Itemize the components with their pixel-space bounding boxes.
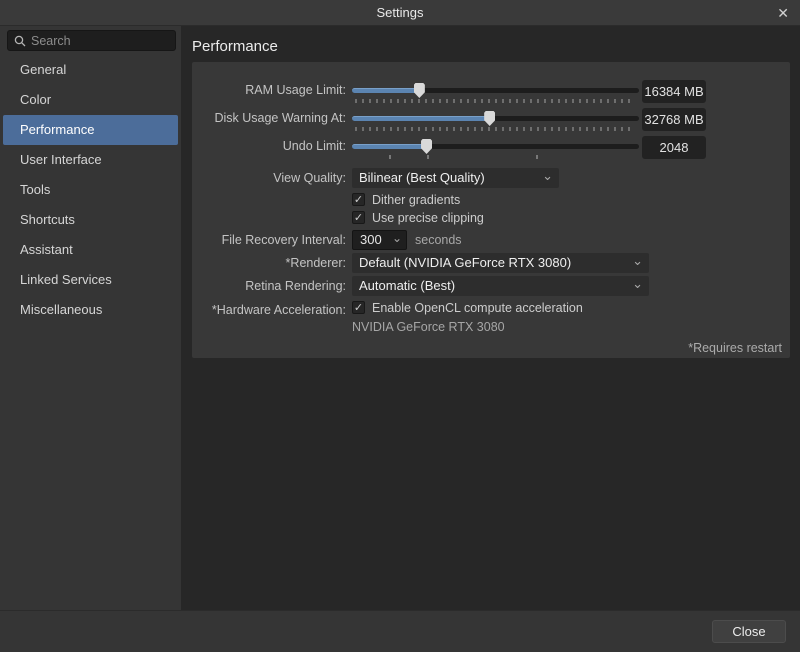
chevron-down-icon: ⌄ — [632, 251, 643, 271]
ram-usage-slider[interactable] — [352, 80, 639, 106]
slider-ticks — [355, 99, 634, 103]
disk-warning-value[interactable]: 32768 MB — [642, 108, 706, 131]
slider-fill — [352, 144, 426, 149]
sidebar: Search General Color Performance User In… — [0, 26, 181, 610]
file-recovery-value: 300 — [360, 232, 382, 247]
titlebar: Settings ✕ — [0, 0, 800, 26]
renderer-value: Default (NVIDIA GeForce RTX 3080) — [359, 255, 571, 270]
retina-rendering-value: Automatic (Best) — [359, 278, 455, 293]
disk-warning-row: Disk Usage Warning At: 32768 MB — [192, 108, 790, 134]
slider-thumb[interactable] — [421, 139, 432, 154]
precise-clipping-row: ✓ Use precise clipping — [192, 210, 790, 226]
sidebar-nav: General Color Performance User Interface… — [0, 55, 181, 325]
sidebar-item-color[interactable]: Color — [3, 85, 178, 115]
close-icon[interactable]: ✕ — [777, 4, 789, 22]
view-quality-value: Bilinear (Best Quality) — [359, 170, 485, 185]
chevron-down-icon: ⌄ — [392, 229, 402, 247]
file-recovery-row: File Recovery Interval: 300 ⌄ seconds — [192, 230, 790, 250]
main-content: Performance RAM Usage Limit: 16384 MB Di… — [181, 26, 800, 610]
disk-warning-label: Disk Usage Warning At: — [192, 108, 352, 127]
retina-rendering-row: Retina Rendering: Automatic (Best) ⌄ — [192, 276, 790, 296]
ram-usage-value[interactable]: 16384 MB — [642, 80, 706, 103]
sidebar-item-tools[interactable]: Tools — [3, 175, 178, 205]
dither-gradients-label[interactable]: Dither gradients — [372, 192, 460, 208]
view-quality-dropdown[interactable]: Bilinear (Best Quality) ⌄ — [352, 168, 559, 188]
precise-clipping-checkbox[interactable]: ✓ — [352, 211, 365, 224]
view-quality-row: View Quality: Bilinear (Best Quality) ⌄ — [192, 168, 790, 188]
sidebar-item-performance[interactable]: Performance — [3, 115, 178, 145]
performance-panel: RAM Usage Limit: 16384 MB Disk Usage War… — [192, 62, 790, 358]
hardware-acceleration-row: *Hardware Acceleration: ✓ Enable OpenCL … — [192, 300, 790, 316]
slider-thumb[interactable] — [484, 111, 495, 126]
search-placeholder: Search — [31, 34, 71, 48]
slider-thumb[interactable] — [414, 83, 425, 98]
file-recovery-suffix: seconds — [415, 230, 462, 250]
hardware-acceleration-label: *Hardware Acceleration: — [192, 300, 352, 319]
file-recovery-combo[interactable]: 300 ⌄ — [352, 230, 407, 250]
sidebar-item-general[interactable]: General — [3, 55, 178, 85]
sidebar-item-assistant[interactable]: Assistant — [3, 235, 178, 265]
undo-limit-slider[interactable] — [352, 136, 639, 162]
settings-window: Settings ✕ Search General Color Performa… — [0, 0, 800, 652]
ram-usage-label: RAM Usage Limit: — [192, 80, 352, 99]
undo-limit-label: Undo Limit: — [192, 136, 352, 155]
dither-gradients-checkbox[interactable]: ✓ — [352, 193, 365, 206]
slider-tick — [536, 155, 538, 159]
footer-bar: Close — [0, 610, 800, 652]
chevron-down-icon: ⌄ — [542, 166, 553, 186]
disk-warning-slider[interactable] — [352, 108, 639, 134]
page-title: Performance — [192, 38, 800, 55]
sidebar-item-shortcuts[interactable]: Shortcuts — [3, 205, 178, 235]
slider-fill — [352, 116, 489, 121]
opencl-checkbox[interactable]: ✓ — [352, 301, 365, 314]
renderer-label: *Renderer: — [192, 253, 352, 272]
file-recovery-label: File Recovery Interval: — [192, 230, 352, 249]
search-input[interactable]: Search — [7, 30, 176, 51]
slider-ticks — [355, 127, 634, 131]
window-title: Settings — [377, 5, 424, 20]
retina-rendering-dropdown[interactable]: Automatic (Best) ⌄ — [352, 276, 649, 296]
dither-gradients-row: ✓ Dither gradients — [192, 192, 790, 208]
retina-rendering-label: Retina Rendering: — [192, 276, 352, 295]
view-quality-label: View Quality: — [192, 168, 352, 187]
sidebar-item-miscellaneous[interactable]: Miscellaneous — [3, 295, 178, 325]
gpu-info-row: NVIDIA GeForce RTX 3080 — [192, 319, 790, 335]
chevron-down-icon: ⌄ — [632, 274, 643, 294]
search-icon — [14, 35, 26, 47]
slider-tick — [427, 155, 429, 159]
close-button[interactable]: Close — [712, 620, 786, 643]
opencl-label[interactable]: Enable OpenCL compute acceleration — [372, 300, 583, 316]
sidebar-item-user-interface[interactable]: User Interface — [3, 145, 178, 175]
precise-clipping-label[interactable]: Use precise clipping — [372, 210, 484, 226]
sidebar-item-linked-services[interactable]: Linked Services — [3, 265, 178, 295]
renderer-dropdown[interactable]: Default (NVIDIA GeForce RTX 3080) ⌄ — [352, 253, 649, 273]
renderer-row: *Renderer: Default (NVIDIA GeForce RTX 3… — [192, 253, 790, 273]
ram-usage-row: RAM Usage Limit: 16384 MB — [192, 80, 790, 106]
gpu-info-text: NVIDIA GeForce RTX 3080 — [352, 319, 505, 335]
requires-restart-note: *Requires restart — [192, 341, 790, 355]
undo-limit-value[interactable]: 2048 — [642, 136, 706, 159]
undo-limit-row: Undo Limit: 2048 — [192, 136, 790, 162]
slider-tick — [389, 155, 391, 159]
slider-fill — [352, 88, 419, 93]
